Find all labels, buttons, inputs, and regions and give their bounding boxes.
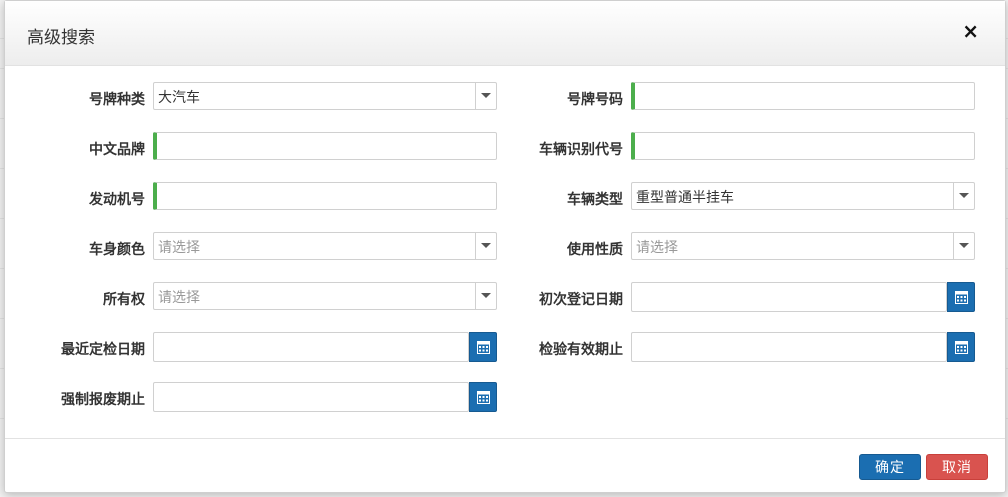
latest-inspection-date-label: 最近定检日期 xyxy=(61,342,145,358)
dialog-header: 高级搜索 × xyxy=(5,1,1005,66)
chinese-brand-label: 中文品牌 xyxy=(89,142,145,158)
calendar-icon[interactable] xyxy=(947,282,975,312)
usage-nature-placeholder: 请选择 xyxy=(636,240,678,256)
plate-type-label: 号牌种类 xyxy=(89,92,145,108)
vehicle-type-value: 重型普通半挂车 xyxy=(636,190,734,206)
dialog-title: 高级搜索 xyxy=(27,28,95,48)
plate-type-value: 大汽车 xyxy=(158,90,200,106)
calendar-icon[interactable] xyxy=(947,332,975,362)
inspection-valid-until-label: 检验有效期止 xyxy=(539,342,623,358)
ownership-label: 所有权 xyxy=(103,292,145,308)
vin-input[interactable] xyxy=(631,132,975,160)
engine-number-label: 发动机号 xyxy=(89,192,145,208)
forced-scrap-date-label: 强制报废期止 xyxy=(61,392,145,408)
first-registration-date-label: 初次登记日期 xyxy=(539,292,623,308)
forced-scrap-date-input[interactable] xyxy=(153,382,469,412)
plate-number-label: 号牌号码 xyxy=(567,92,623,108)
chevron-down-icon[interactable] xyxy=(953,233,974,259)
body-color-placeholder: 请选择 xyxy=(158,240,200,256)
chevron-down-icon[interactable] xyxy=(953,183,974,209)
engine-number-input[interactable] xyxy=(153,182,497,210)
chinese-brand-input[interactable] xyxy=(153,132,497,160)
vehicle-type-select[interactable]: 重型普通半挂车 xyxy=(631,182,975,210)
inspection-valid-until-input[interactable] xyxy=(631,332,947,362)
calendar-icon[interactable] xyxy=(469,382,497,412)
cancel-button[interactable]: 取消 xyxy=(926,454,988,480)
ownership-select[interactable]: 请选择 xyxy=(153,282,497,310)
dialog-footer: 确定 取消 xyxy=(5,438,1005,494)
confirm-button[interactable]: 确定 xyxy=(859,454,921,480)
first-registration-date-input[interactable] xyxy=(631,282,947,312)
body-color-select[interactable]: 请选择 xyxy=(153,232,497,260)
usage-nature-select[interactable]: 请选择 xyxy=(631,232,975,260)
ownership-placeholder: 请选择 xyxy=(158,290,200,306)
latest-inspection-date-input[interactable] xyxy=(153,332,469,362)
advanced-search-dialog: 高级搜索 × 号牌种类 大汽车 号牌号码 中文品牌 车辆识别代号 发动机号 车辆… xyxy=(4,0,1006,493)
plate-type-select[interactable]: 大汽车 xyxy=(153,82,497,110)
close-icon[interactable]: × xyxy=(962,19,979,43)
usage-nature-label: 使用性质 xyxy=(567,242,623,258)
vehicle-type-label: 车辆类型 xyxy=(567,192,623,208)
vin-label: 车辆识别代号 xyxy=(539,142,623,158)
plate-number-input[interactable] xyxy=(631,82,975,110)
body-color-label: 车身颜色 xyxy=(89,242,145,258)
